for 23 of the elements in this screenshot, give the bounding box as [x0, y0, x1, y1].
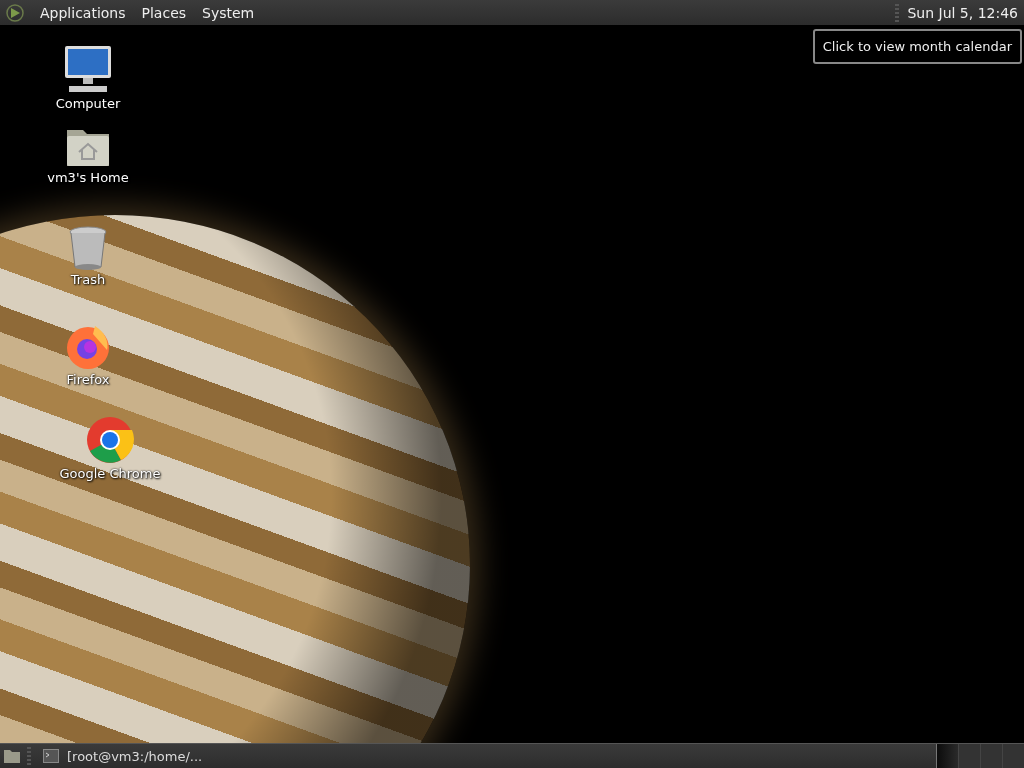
desktop-icon-label[interactable]: Google Chrome	[59, 466, 161, 481]
taskbar-button[interactable]: [root@vm3:/home/...	[37, 745, 209, 767]
desktop-icon-label[interactable]: Trash	[70, 272, 106, 287]
desktop-icon-label[interactable]: Computer	[55, 96, 121, 111]
panel-menu[interactable]: Applications	[32, 4, 134, 21]
workspace-switcher-cell[interactable]	[1002, 744, 1024, 768]
show-desktop-icon[interactable]	[3, 748, 21, 764]
panel-menu[interactable]: System	[194, 4, 263, 21]
panel-handle[interactable]	[895, 3, 900, 22]
chrome-icon	[86, 416, 134, 464]
computer-icon	[63, 44, 113, 94]
workspace-switcher-cell[interactable]	[958, 744, 980, 768]
app-menu-logo-icon[interactable]	[6, 3, 24, 22]
clock[interactable]: Sun Jul 5, 12:46	[905, 4, 1024, 21]
trash-icon	[68, 226, 108, 270]
workspace-switcher-cell[interactable]	[936, 744, 958, 768]
panel-menu[interactable]: Places	[133, 4, 195, 21]
tooltip: Click to view month calendar	[812, 29, 1022, 64]
firefox-icon	[65, 324, 111, 370]
panel-handle[interactable]	[27, 747, 31, 765]
desktop-icon-label[interactable]: vm3's Home	[47, 170, 129, 185]
terminal-icon	[43, 749, 59, 763]
workspace-switcher-cell[interactable]	[980, 744, 1002, 768]
